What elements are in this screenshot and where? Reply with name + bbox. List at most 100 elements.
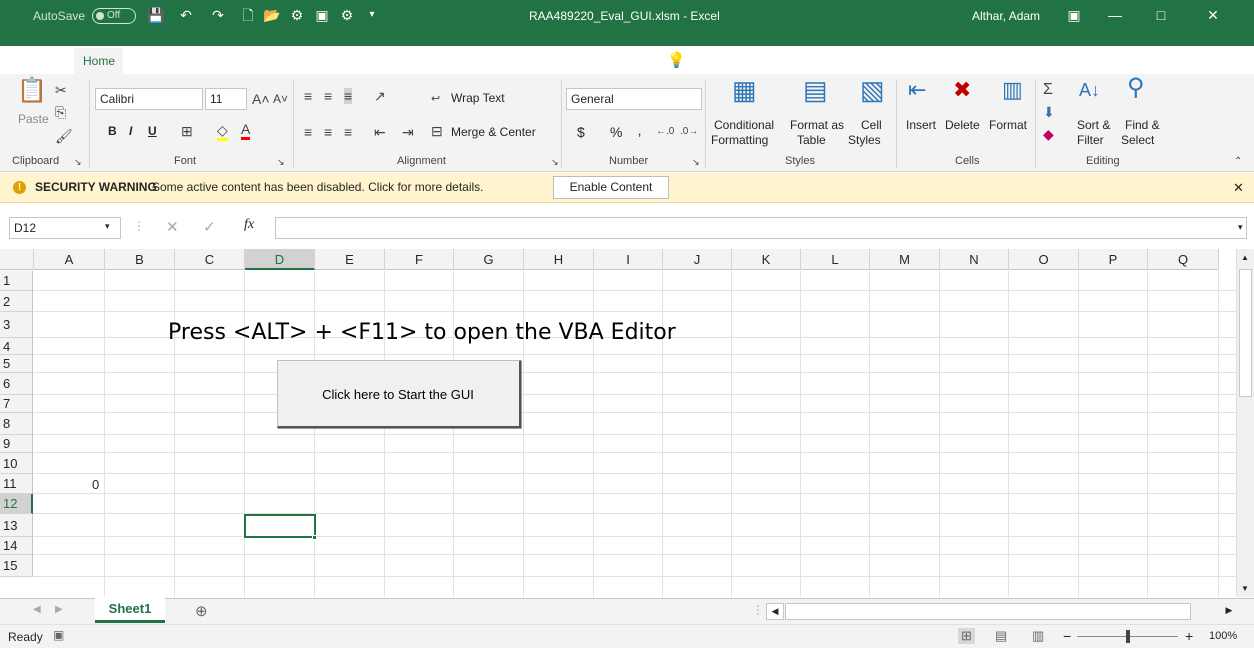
- tab-insert[interactable]: Insert: [143, 51, 173, 71]
- column-header-c[interactable]: C: [175, 249, 245, 270]
- fill-color-icon[interactable]: ◇: [217, 122, 228, 141]
- font-size-select[interactable]: 11: [205, 88, 247, 110]
- paste-label[interactable]: Paste: [18, 112, 49, 126]
- column-header-p[interactable]: P: [1079, 249, 1148, 270]
- align-left-icon[interactable]: ≡: [304, 124, 312, 140]
- tab-page-layout[interactable]: Page Layout: [196, 51, 263, 71]
- number-format-select[interactable]: General: [566, 88, 702, 110]
- increase-indent-icon[interactable]: ⇥: [402, 124, 414, 140]
- format-as-table-label2[interactable]: Table: [797, 133, 826, 147]
- fill-icon[interactable]: ⬇: [1043, 104, 1055, 120]
- close-warning-icon[interactable]: ✕: [1233, 180, 1244, 196]
- row-header-3[interactable]: 3: [0, 312, 33, 338]
- autosum-icon[interactable]: Σ: [1043, 82, 1053, 98]
- sort-filter-label2[interactable]: Filter: [1077, 133, 1104, 147]
- find-select-label2[interactable]: Select: [1121, 133, 1154, 147]
- scroll-down-icon[interactable]: ▼: [1241, 584, 1249, 593]
- enable-content-button[interactable]: Enable Content: [553, 176, 669, 199]
- increase-font-icon[interactable]: A˄: [252, 91, 270, 107]
- page-break-view-icon[interactable]: ▥: [1032, 628, 1044, 644]
- scroll-thumb[interactable]: [1239, 269, 1252, 397]
- column-header-o[interactable]: O: [1009, 249, 1079, 270]
- align-right-icon[interactable]: ≡: [344, 124, 352, 140]
- scroll-right-icon[interactable]: ▶: [1220, 603, 1238, 620]
- format-cells-button[interactable]: Format: [989, 118, 1027, 132]
- scroll-up-icon[interactable]: ▲: [1241, 253, 1249, 262]
- macro-recording-icon[interactable]: ▣: [53, 628, 64, 642]
- row-header-14[interactable]: 14: [0, 537, 33, 555]
- cell-styles-icon[interactable]: ▧: [860, 77, 885, 103]
- column-header-l[interactable]: L: [801, 249, 870, 270]
- insert-cells-button[interactable]: Insert: [906, 118, 936, 132]
- page-layout-view-icon[interactable]: ▤: [995, 628, 1007, 644]
- customize-qat-icon[interactable]: ▾: [364, 7, 380, 23]
- borders-icon[interactable]: ⊞: [181, 123, 193, 139]
- picture-icon[interactable]: ▣: [314, 7, 330, 23]
- cell-a10[interactable]: 0: [92, 477, 99, 492]
- format-cells-icon[interactable]: ▥: [1002, 79, 1023, 101]
- cut-icon[interactable]: ✂: [55, 82, 67, 98]
- share-icon[interactable]: ↗: [1188, 51, 1198, 71]
- row-header-10[interactable]: 10: [0, 453, 33, 474]
- row-header-5[interactable]: 5: [0, 355, 33, 373]
- next-sheet-icon[interactable]: ▶: [55, 604, 63, 615]
- redo-icon[interactable]: ↷: [210, 7, 226, 23]
- tab-file[interactable]: File: [14, 51, 33, 71]
- tab-view[interactable]: View: [481, 51, 507, 71]
- underline-button[interactable]: U: [148, 124, 157, 138]
- align-top-icon[interactable]: ≡: [304, 88, 312, 104]
- sheet-tab-sheet1[interactable]: Sheet1: [95, 598, 165, 623]
- format-as-table-label[interactable]: Format as: [790, 118, 844, 132]
- font-launcher-icon[interactable]: ↘: [277, 154, 285, 170]
- find-select-label[interactable]: Find &: [1125, 118, 1160, 132]
- row-header-15[interactable]: 15: [0, 555, 33, 577]
- collapse-ribbon-icon[interactable]: ⌃: [1234, 154, 1242, 170]
- new-file-icon[interactable]: 🗋: [240, 7, 256, 23]
- zoom-in-icon[interactable]: +: [1185, 628, 1193, 644]
- paste-icon[interactable]: 📋: [17, 79, 47, 103]
- formula-input[interactable]: [275, 217, 1247, 239]
- italic-button[interactable]: I: [129, 124, 132, 138]
- row-header-8[interactable]: 8: [0, 413, 33, 435]
- save-icon[interactable]: 💾: [147, 7, 164, 23]
- new-sheet-icon[interactable]: ⊕: [195, 602, 208, 620]
- row-header-13[interactable]: 13: [0, 514, 33, 537]
- maximize-icon[interactable]: □: [1138, 0, 1184, 30]
- wrap-text-button[interactable]: Wrap Text: [451, 91, 505, 105]
- autosave-toggle[interactable]: Off: [92, 8, 136, 24]
- sort-filter-icon[interactable]: A↓: [1079, 81, 1100, 99]
- copy-icon[interactable]: ⎘: [55, 104, 66, 120]
- find-select-icon[interactable]: ⚲: [1127, 76, 1145, 100]
- column-header-f[interactable]: F: [385, 249, 454, 270]
- zoom-slider-thumb[interactable]: [1126, 630, 1130, 643]
- delete-cells-icon[interactable]: ✖: [953, 79, 971, 101]
- warning-message[interactable]: Some active content has been disabled. C…: [152, 180, 484, 194]
- split-grip-icon[interactable]: ⋮: [752, 603, 764, 617]
- alignment-launcher-icon[interactable]: ↘: [551, 154, 559, 170]
- delete-cells-button[interactable]: Delete: [945, 118, 980, 132]
- insert-cells-icon[interactable]: ⇤: [908, 79, 926, 101]
- zoom-level[interactable]: 100%: [1209, 630, 1237, 642]
- decrease-decimal-icon[interactable]: .0→: [680, 124, 698, 140]
- row-header-7[interactable]: 7: [0, 395, 33, 413]
- confirm-edit-icon[interactable]: ✓: [203, 218, 216, 236]
- align-bottom-icon[interactable]: ≡: [344, 88, 353, 104]
- expand-formula-bar-icon[interactable]: ▾: [1238, 222, 1243, 233]
- sort-filter-label[interactable]: Sort &: [1077, 118, 1110, 132]
- column-header-h[interactable]: H: [524, 249, 594, 270]
- tab-help[interactable]: Help: [614, 51, 639, 71]
- align-middle-icon[interactable]: ≡: [324, 88, 332, 104]
- column-header-e[interactable]: E: [315, 249, 385, 270]
- zoom-out-icon[interactable]: −: [1063, 628, 1071, 644]
- column-header-d[interactable]: D: [245, 249, 315, 270]
- column-header-n[interactable]: N: [940, 249, 1009, 270]
- tab-home[interactable]: Home: [83, 51, 115, 71]
- column-header-a[interactable]: A: [34, 249, 105, 270]
- decrease-font-icon[interactable]: A˅: [273, 91, 288, 107]
- tab-data[interactable]: Data: [364, 51, 389, 71]
- column-header-q[interactable]: Q: [1148, 249, 1219, 270]
- clipboard-launcher-icon[interactable]: ↘: [74, 154, 82, 170]
- tab-review[interactable]: Review: [415, 51, 454, 71]
- start-gui-button[interactable]: Click here to Start the GUI: [277, 360, 521, 428]
- column-header-j[interactable]: J: [663, 249, 732, 270]
